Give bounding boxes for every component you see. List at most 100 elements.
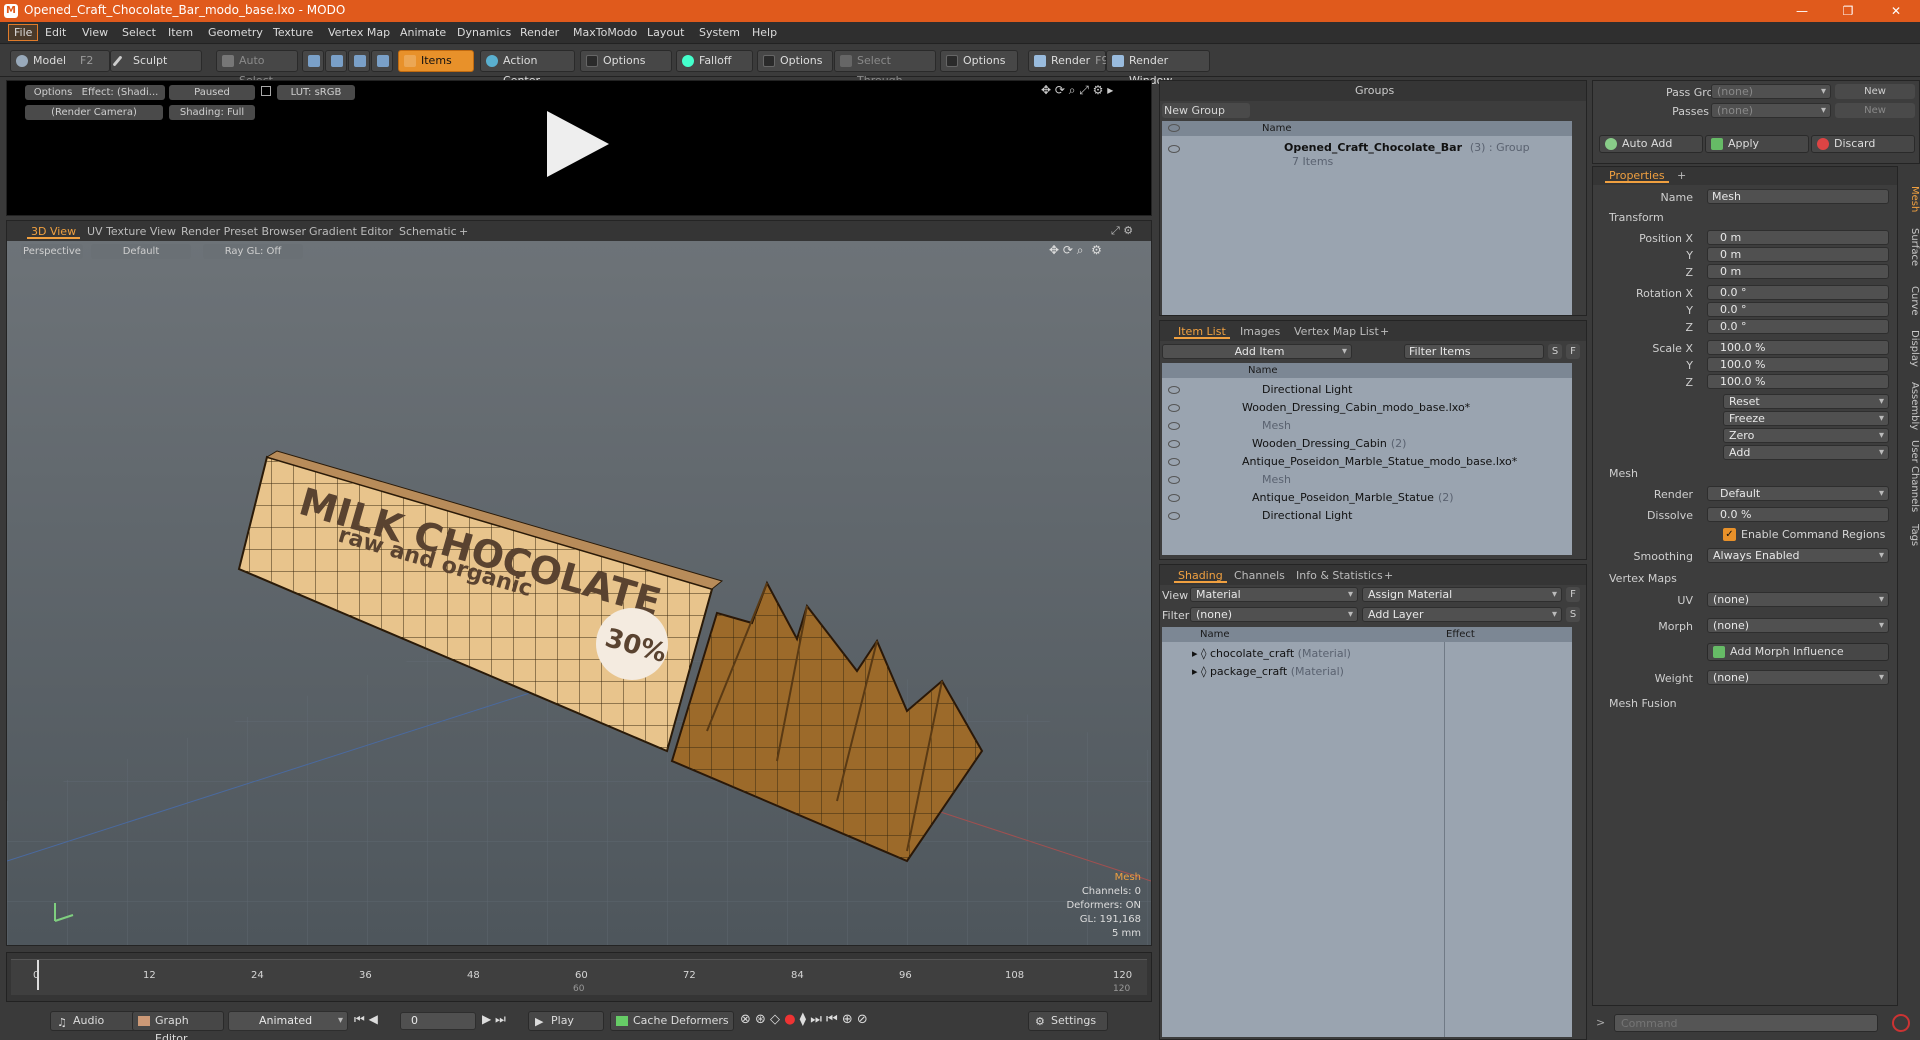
maximize-button[interactable]: ❐ — [1836, 2, 1860, 20]
action-center-options-button[interactable]: Options — [580, 50, 672, 72]
position-x-input[interactable]: 0 m — [1707, 230, 1889, 245]
item-list-row[interactable]: Mesh — [1162, 417, 1572, 435]
menu-system[interactable]: System — [699, 26, 740, 39]
preview-effect-dropdown[interactable]: Effect: (Shadi... — [75, 85, 165, 100]
eye-icon[interactable] — [1168, 386, 1180, 394]
scale-z-input[interactable]: 100.0 % — [1707, 374, 1889, 389]
new-pass-button[interactable]: New — [1835, 103, 1915, 118]
rotation-x-input[interactable]: 0.0 ° — [1707, 285, 1889, 300]
menu-animate[interactable]: Animate — [400, 26, 446, 39]
tab-uv-texture-view[interactable]: UV Texture View — [83, 224, 180, 239]
passes-dropdown[interactable]: (none) — [1711, 103, 1831, 118]
tab-images[interactable]: Images — [1236, 324, 1284, 339]
position-y-input[interactable]: 0 m — [1707, 247, 1889, 262]
menu-layout[interactable]: Layout — [647, 26, 684, 39]
command-stop-icon[interactable] — [1892, 1014, 1910, 1032]
menu-file[interactable]: File — [8, 24, 39, 41]
transport-prev-icons[interactable]: ⏮ ◀ — [354, 1012, 378, 1027]
menu-render[interactable]: Render — [520, 26, 559, 39]
vertices-mode-button[interactable] — [302, 50, 324, 72]
add-tab-button[interactable]: + — [455, 224, 472, 239]
zero-dropdown[interactable]: Zero — [1723, 428, 1889, 443]
menu-help[interactable]: Help — [752, 26, 777, 39]
minimize-button[interactable]: — — [1790, 2, 1814, 20]
menu-maxtomodo[interactable]: MaxToModo — [573, 26, 637, 39]
mesh-fusion-section[interactable]: Mesh Fusion — [1609, 697, 1677, 710]
material-row[interactable]: ▸ ◊ chocolate_craft (Material) — [1162, 645, 1572, 663]
viewport-canvas[interactable]: MILK CHOCOLATE raw and organic 30% — [7, 241, 1151, 945]
view-dropdown[interactable]: Material — [1190, 587, 1358, 602]
preview-camera-dropdown[interactable]: (Render Camera) — [25, 105, 163, 120]
new-pass-group-button[interactable]: New — [1835, 84, 1915, 99]
menu-geometry[interactable]: Geometry — [208, 26, 263, 39]
shading-style-dropdown[interactable]: Default — [91, 244, 191, 259]
apply-button[interactable]: Apply — [1705, 135, 1809, 153]
select-through-button[interactable]: Select Through — [834, 50, 936, 87]
side-tab-assembly[interactable]: Assembly — [1898, 382, 1920, 430]
tab-3d-view[interactable]: 3D View — [27, 224, 81, 239]
items-mode-button[interactable]: Items — [398, 50, 474, 72]
groups-list[interactable]: Name Opened_Craft_Chocolate_Bar (3) : Gr… — [1162, 121, 1572, 315]
eye-icon[interactable] — [1168, 145, 1180, 153]
shader-tree[interactable]: Name Effect ▸ ◊ chocolate_craft (Materia… — [1162, 627, 1572, 1037]
item-list-row[interactable]: Antique_Poseidon_Marble_Statue (2) — [1162, 489, 1572, 507]
assign-material-dropdown[interactable]: Assign Material — [1362, 587, 1562, 602]
viewport-settings-icon[interactable]: ⤢ ⚙ — [1111, 224, 1133, 238]
auto-add-button[interactable]: Auto Add — [1599, 135, 1703, 153]
tab-properties[interactable]: Properties — [1605, 168, 1669, 183]
select-options-button[interactable]: Options — [940, 50, 1018, 72]
filter-items-input[interactable]: Filter Items — [1404, 344, 1544, 359]
rotation-y-input[interactable]: 0.0 ° — [1707, 302, 1889, 317]
preview-lut-dropdown[interactable]: LUT: sRGB — [277, 85, 355, 100]
freeze-dropdown[interactable]: Freeze — [1723, 411, 1889, 426]
tab-render-preset-browser[interactable]: Render Preset Browser — [177, 224, 310, 239]
tab-item-list[interactable]: Item List — [1174, 324, 1230, 339]
command-input[interactable] — [1614, 1014, 1878, 1032]
menu-select[interactable]: Select — [122, 26, 156, 39]
side-tab-user-channels[interactable]: User Channels — [1898, 440, 1920, 512]
auto-select-button[interactable]: Auto Select — [216, 50, 298, 87]
eye-icon[interactable] — [1168, 494, 1180, 502]
morph-dropdown[interactable]: (none) — [1707, 618, 1889, 633]
eye-icon[interactable] — [1168, 512, 1180, 520]
sculpt-mode-button[interactable]: Sculpt — [110, 50, 202, 72]
timeline[interactable]: 0 12 24 36 48 60 72 84 96 108 120 60 120 — [6, 952, 1152, 1002]
mesh-section[interactable]: Mesh — [1609, 467, 1638, 480]
scale-y-input[interactable]: 100.0 % — [1707, 357, 1889, 372]
tab-gradient-editor[interactable]: Gradient Editor — [305, 224, 397, 239]
menu-texture[interactable]: Texture — [273, 26, 313, 39]
add-item-dropdown[interactable]: Add Item — [1162, 344, 1352, 359]
uv-dropdown[interactable]: (none) — [1707, 592, 1889, 607]
viewport-nav-icons[interactable]: ✥ ⟳ ⌕ ⚙ — [1049, 243, 1102, 258]
filter-dropdown[interactable]: (none) — [1190, 607, 1358, 622]
item-list-tree[interactable]: Name Directional Light Wooden_Dressing_Ca… — [1162, 363, 1572, 555]
eye-icon[interactable] — [1168, 458, 1180, 466]
rotation-z-input[interactable]: 0.0 ° — [1707, 319, 1889, 334]
filter-s-button[interactable]: S — [1548, 344, 1562, 359]
audio-button[interactable]: ♫ Audio — [50, 1011, 136, 1031]
add-dropdown[interactable]: Add — [1723, 445, 1889, 460]
material-row[interactable]: ▸ ◊ package_craft (Material) — [1162, 663, 1572, 681]
preview-options-button[interactable]: Options — [25, 85, 81, 100]
scale-x-input[interactable]: 100.0 % — [1707, 340, 1889, 355]
menu-dynamics[interactable]: Dynamics — [457, 26, 511, 39]
render-dropdown[interactable]: Default — [1707, 486, 1889, 501]
item-list-row[interactable]: Antique_Poseidon_Marble_Statue_modo_base… — [1162, 453, 1572, 471]
eye-icon[interactable] — [1168, 404, 1180, 412]
item-list-row[interactable]: Directional Light — [1162, 507, 1572, 525]
materials-mode-button[interactable] — [371, 50, 393, 72]
tab-vertex-map-list[interactable]: Vertex Map List — [1290, 324, 1383, 339]
perspective-dropdown[interactable]: Perspective — [21, 244, 83, 259]
ray-gl-dropdown[interactable]: Ray GL: Off — [203, 244, 303, 259]
new-group-button[interactable]: New Group — [1162, 103, 1250, 118]
shading-f-button[interactable]: F — [1566, 587, 1580, 602]
render-button[interactable]: Render F9 — [1028, 50, 1109, 72]
menu-vertex-map[interactable]: Vertex Map — [328, 26, 390, 39]
eye-icon[interactable] — [1168, 422, 1180, 430]
name-input[interactable]: Mesh — [1707, 189, 1889, 204]
polygons-mode-button[interactable] — [348, 50, 370, 72]
render-window-button[interactable]: Render Window — [1106, 50, 1210, 87]
transport-next-icons[interactable]: ▶ ⏭ — [482, 1012, 506, 1027]
item-list-row[interactable]: Directional Light — [1162, 381, 1572, 399]
tab-shading[interactable]: Shading — [1174, 568, 1227, 583]
